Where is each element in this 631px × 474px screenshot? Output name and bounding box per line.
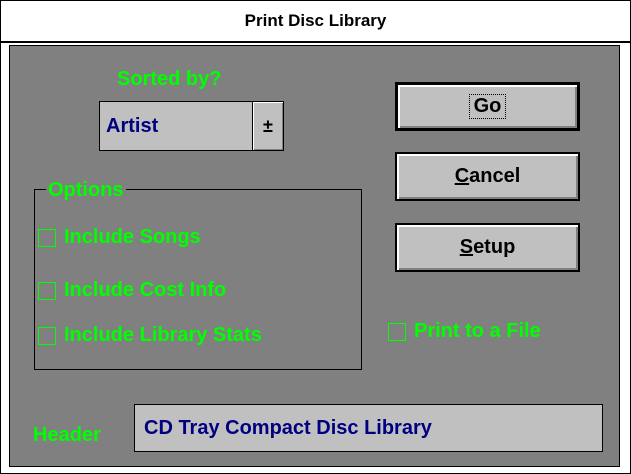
include-songs-checkbox[interactable]: Include Songs [38, 226, 201, 249]
header-input[interactable]: CD Tray Compact Disc Library [134, 404, 603, 452]
print-disc-library-dialog: Print Disc Library Sorted by? Artist ± O… [0, 0, 631, 474]
go-button[interactable]: Go [395, 82, 580, 131]
checkbox-box[interactable] [38, 326, 56, 345]
checkbox-box[interactable] [388, 322, 406, 341]
setup-button-label: Setup [459, 236, 516, 258]
include-library-stats-checkbox[interactable]: Include Library Stats [38, 324, 262, 347]
include-songs-label: Include Songs [64, 226, 201, 248]
checkbox-box[interactable] [38, 228, 56, 247]
cancel-button-label: Cancel [454, 165, 521, 187]
cancel-button[interactable]: Cancel [395, 152, 580, 201]
include-library-stats-label: Include Library Stats [64, 324, 262, 346]
options-group-title: Options [46, 179, 126, 202]
print-to-file-label: Print to a File [414, 320, 541, 342]
setup-button[interactable]: Setup [395, 223, 580, 272]
sort-by-value: Artist [106, 114, 159, 137]
go-button-label: Go [468, 94, 507, 119]
dialog-title: Print Disc Library [1, 1, 630, 43]
print-to-file-checkbox[interactable]: Print to a File [388, 320, 541, 343]
dialog-body: Sorted by? Artist ± Options Include Song… [9, 45, 620, 467]
sort-by-dropdown[interactable]: Artist ± [99, 101, 284, 151]
sorted-by-label: Sorted by? [117, 68, 222, 90]
include-cost-info-label: Include Cost Info [64, 279, 227, 301]
include-cost-info-checkbox[interactable]: Include Cost Info [38, 279, 226, 302]
header-label: Header [33, 424, 101, 446]
checkbox-box[interactable] [38, 281, 56, 300]
dropdown-arrow-icon[interactable]: ± [252, 102, 283, 150]
